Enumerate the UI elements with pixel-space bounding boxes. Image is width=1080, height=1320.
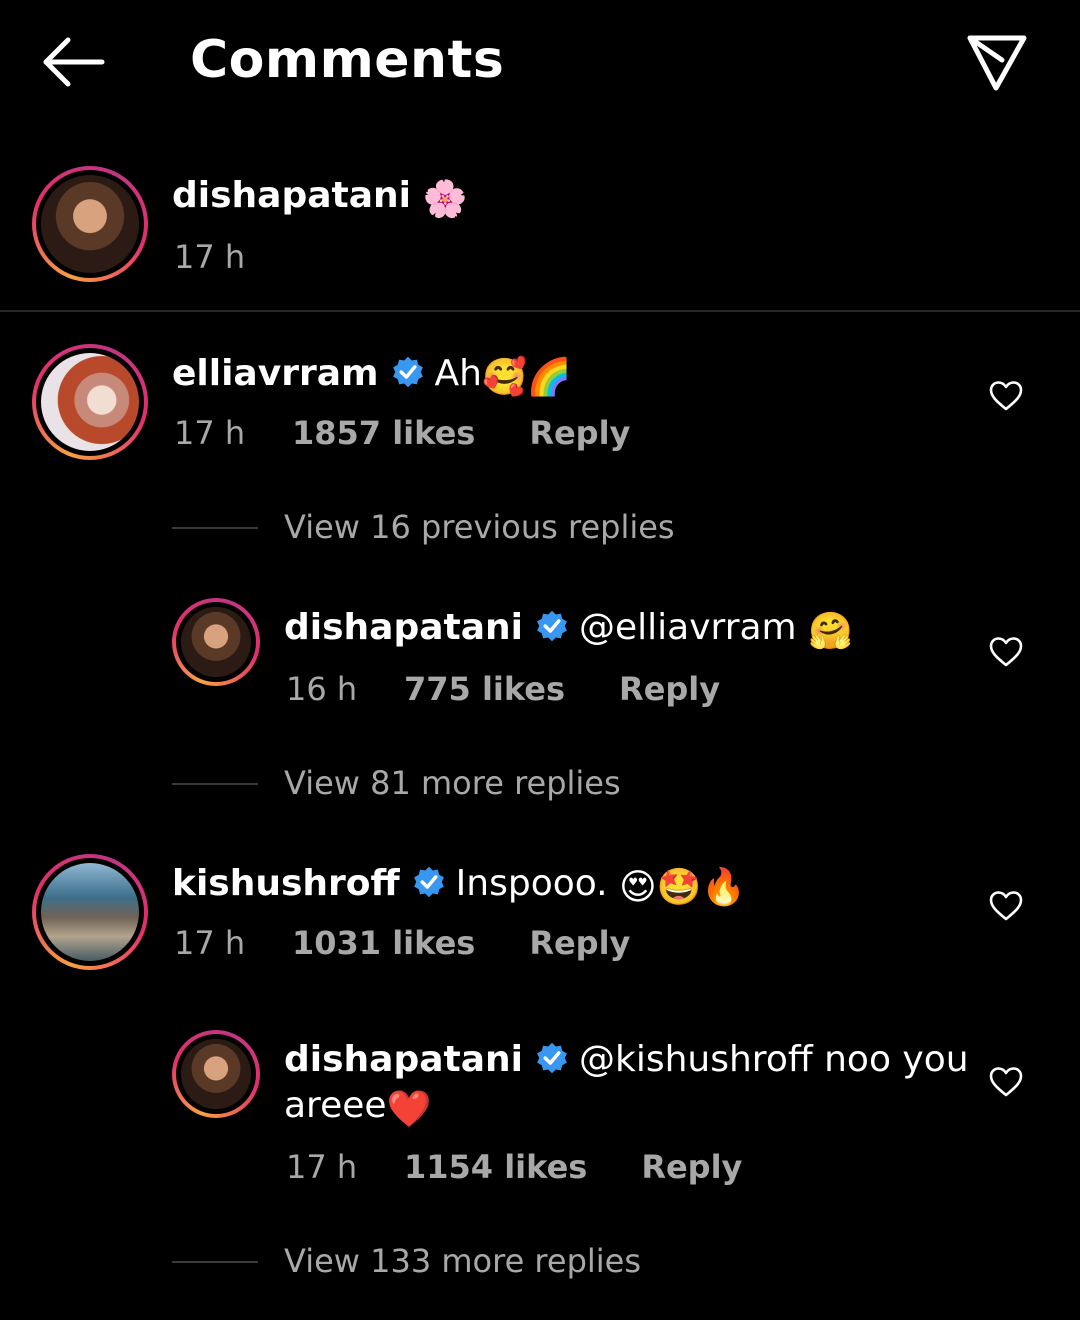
comment-line: elliavrram Ah🥰🌈	[172, 352, 572, 400]
page-title: Comments	[190, 30, 505, 90]
reply-username[interactable]: dishapatani	[284, 1039, 523, 1080]
caption-emoji: 🌸	[422, 179, 468, 220]
view-more-replies[interactable]: View 133 more replies	[172, 1242, 642, 1280]
arrow-left-icon[interactable]	[38, 30, 108, 94]
comment-username[interactable]: kishushroff	[172, 863, 400, 904]
replies-dash	[172, 527, 258, 529]
avatar-kishushroff[interactable]	[32, 854, 148, 970]
reply-line-2: areee❤️	[284, 1084, 431, 1132]
reply-likes[interactable]: 1154 likes	[404, 1148, 587, 1186]
avatar-dishapatani[interactable]	[172, 598, 260, 686]
replies-dash	[172, 1261, 258, 1263]
caption-username[interactable]: dishapatani	[172, 175, 411, 216]
comment-emoji: 😍🤩🔥	[619, 867, 747, 908]
comment-text: Inspooo.	[455, 863, 608, 904]
view-previous-replies-label: View 16 previous replies	[284, 508, 675, 546]
comment-emoji: 🥰🌈	[481, 357, 572, 398]
like-heart-icon[interactable]	[988, 378, 1024, 414]
like-heart-icon[interactable]	[988, 888, 1024, 924]
comment-time: 17 h	[174, 414, 246, 452]
reply-meta: 17 h 1154 likes Reply	[286, 1148, 742, 1186]
reply-mention[interactable]: @kishushroff	[579, 1039, 813, 1080]
comment-likes[interactable]: 1857 likes	[292, 414, 475, 452]
reply-button[interactable]: Reply	[529, 924, 630, 962]
reply-mention[interactable]: @elliavrram	[579, 607, 797, 648]
caption-timestamp: 17 h	[174, 238, 246, 276]
caption-line: dishapatani 🌸	[172, 174, 467, 222]
avatar-dishapatani[interactable]	[172, 1030, 260, 1118]
view-more-replies-label: View 81 more replies	[284, 764, 621, 802]
verified-badge-icon	[537, 1042, 567, 1074]
reply-emoji: 🤗	[808, 611, 853, 652]
comment-username[interactable]: elliavrram	[172, 353, 379, 394]
view-previous-replies[interactable]: View 16 previous replies	[172, 508, 675, 546]
comment-likes[interactable]: 1031 likes	[292, 924, 475, 962]
reply-time: 17 h	[286, 1148, 358, 1186]
avatar-elliavrram[interactable]	[32, 344, 148, 460]
replies-dash	[172, 783, 258, 785]
reply-button[interactable]: Reply	[529, 414, 630, 452]
reply-text-line2: areee	[284, 1085, 387, 1126]
divider	[0, 310, 1080, 312]
like-heart-icon[interactable]	[988, 634, 1024, 670]
verified-badge-icon	[392, 356, 423, 388]
comment-line: kishushroff Inspooo. 😍🤩🔥	[172, 862, 746, 910]
reply-username[interactable]: dishapatani	[284, 607, 523, 648]
comment-meta: 17 h 1857 likes Reply	[174, 414, 630, 452]
reply-likes[interactable]: 775 likes	[404, 670, 565, 708]
reply-meta: 16 h 775 likes Reply	[286, 670, 720, 708]
view-more-replies-label: View 133 more replies	[284, 1242, 642, 1280]
reply-line: dishapatani @elliavrram 🤗	[284, 606, 853, 654]
paper-plane-icon[interactable]	[962, 30, 1032, 94]
comment-text: Ah	[434, 353, 482, 394]
comment-meta: 17 h 1031 likes Reply	[174, 924, 630, 962]
reply-emoji: ❤️	[386, 1089, 432, 1130]
avatar-dishapatani[interactable]	[32, 166, 148, 282]
reply-time: 16 h	[286, 670, 358, 708]
reply-button[interactable]: Reply	[641, 1148, 742, 1186]
view-more-replies[interactable]: View 81 more replies	[172, 764, 621, 802]
comment-time: 17 h	[174, 924, 246, 962]
reply-line: dishapatani @kishushroff noo you	[284, 1038, 969, 1082]
caption-time: 17 h	[174, 238, 245, 276]
verified-badge-icon	[413, 866, 444, 898]
reply-text: noo you	[824, 1039, 969, 1080]
header: Comments	[0, 0, 1080, 130]
comments-screen: Comments dishapatani 🌸 17 h elliavrram Ah…	[0, 0, 1080, 1320]
reply-button[interactable]: Reply	[619, 670, 720, 708]
like-heart-icon[interactable]	[988, 1064, 1024, 1100]
verified-badge-icon	[537, 610, 567, 642]
